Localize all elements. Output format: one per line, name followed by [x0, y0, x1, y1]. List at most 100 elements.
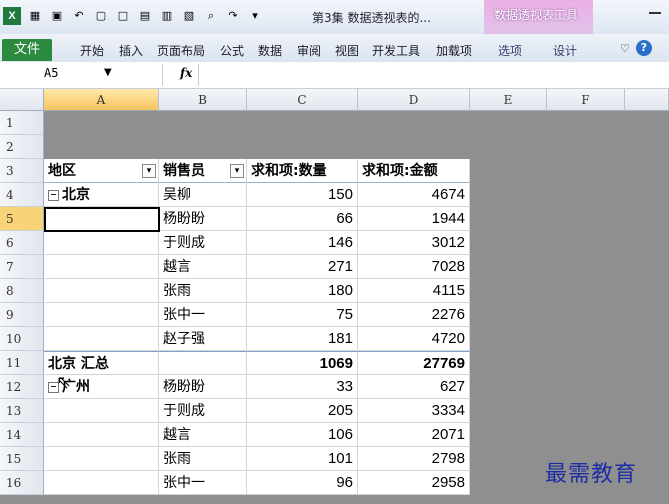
column-header-b[interactable]: B	[159, 89, 247, 111]
help-icon[interactable]: ?	[635, 40, 652, 56]
row-header-13[interactable]: 13	[0, 399, 44, 423]
name-box[interactable]: A5	[44, 66, 58, 80]
insert-function-button[interactable]: fx	[180, 66, 192, 80]
customize-qat-icon[interactable]: ▾	[247, 8, 263, 24]
filter-dropdown-icon[interactable]: ▾	[230, 164, 244, 178]
pivot-cell-person[interactable]: 张雨	[159, 447, 247, 471]
tab-home[interactable]: 开始	[80, 42, 104, 59]
pivot-cell-region[interactable]	[44, 471, 159, 495]
collapse-icon[interactable]: −	[48, 189, 59, 201]
pin-icon[interactable]: ▦	[27, 8, 43, 24]
row-header-14[interactable]: 14	[0, 423, 44, 447]
chevron-up-icon[interactable]: ♡	[620, 42, 630, 55]
pivot-cell-person[interactable]: 于则成	[159, 399, 247, 423]
pivot-cell-qty[interactable]: 101	[247, 447, 358, 471]
select-all-corner[interactable]	[0, 89, 44, 111]
pivot-cell-region[interactable]	[44, 303, 159, 327]
row-header-15[interactable]: 15	[0, 447, 44, 471]
pivot-cell-person[interactable]: 杨盼盼	[159, 375, 247, 399]
pivot-cell-amt[interactable]: 2958	[358, 471, 470, 495]
pivot-cell-qty[interactable]: 180	[247, 279, 358, 303]
pivot-cell-region[interactable]	[44, 279, 159, 303]
column-header-f[interactable]: F	[547, 89, 625, 111]
pivot-cell-region[interactable]	[44, 327, 159, 351]
tab-pivot-design[interactable]: 设计	[553, 42, 577, 59]
table-icon[interactable]: ▥	[159, 8, 175, 24]
tab-view[interactable]: 视图	[335, 42, 359, 59]
print-preview-icon[interactable]: ⌕	[203, 8, 219, 24]
pivot-cell-qty[interactable]: 75	[247, 303, 358, 327]
name-box-dropdown-icon[interactable]: ▼	[104, 67, 112, 78]
row-header-12[interactable]: 12	[0, 375, 44, 399]
row-header-5[interactable]: 5	[0, 207, 44, 231]
pivot-cell-amt[interactable]: 4674	[358, 183, 470, 207]
pivot-cell-qty[interactable]: 150	[247, 183, 358, 207]
column-header-d[interactable]: D	[358, 89, 470, 111]
pivot-cell-amt[interactable]: 2276	[358, 303, 470, 327]
pivot-cell-amt[interactable]: 2798	[358, 447, 470, 471]
pivot-cell-person[interactable]: 杨盼盼	[159, 207, 247, 231]
row-header-7[interactable]: 7	[0, 255, 44, 279]
pivot-cell-amt[interactable]: 27769	[358, 351, 470, 375]
pivot-header-cell[interactable]: 求和项:数量	[247, 159, 358, 183]
column-header-a[interactable]: A	[44, 89, 159, 111]
pivot-cell-qty[interactable]: 66	[247, 207, 358, 231]
row-header-16[interactable]: 16	[0, 471, 44, 495]
pivot-cell-qty[interactable]: 205	[247, 399, 358, 423]
row-header-2[interactable]: 2	[0, 135, 44, 159]
pivot-cell-region[interactable]: − 北京	[44, 183, 159, 207]
pivot-cell-qty[interactable]: 106	[247, 423, 358, 447]
pivot-cell-qty[interactable]: 271	[247, 255, 358, 279]
pivot-cell-region[interactable]	[44, 231, 159, 255]
pivot-header-cell[interactable]: 求和项:金额	[358, 159, 470, 183]
chart-icon[interactable]: ▤	[137, 8, 153, 24]
tab-formulas[interactable]: 公式	[220, 42, 244, 59]
tab-developer[interactable]: 开发工具	[372, 42, 420, 59]
filter-dropdown-icon[interactable]: ▾	[142, 164, 156, 178]
pivot-cell-amt[interactable]: 7028	[358, 255, 470, 279]
pivot-cell-person[interactable]: 越言	[159, 255, 247, 279]
undo-icon[interactable]: ↶	[71, 8, 87, 24]
pivot-cell-region[interactable]	[44, 255, 159, 279]
tab-addins[interactable]: 加载项	[436, 42, 472, 59]
pivot-cell-person[interactable]	[159, 351, 247, 375]
tab-data[interactable]: 数据	[258, 42, 282, 59]
row-header-4[interactable]: 4	[0, 183, 44, 207]
column-header-g[interactable]	[625, 89, 669, 111]
pivot-cell-region[interactable]	[44, 423, 159, 447]
row-header-10[interactable]: 10	[0, 327, 44, 351]
pivot-cell-person[interactable]: 于则成	[159, 231, 247, 255]
pivot-cell-qty[interactable]: 146	[247, 231, 358, 255]
row-header-6[interactable]: 6	[0, 231, 44, 255]
pivot-cell-qty[interactable]: 1069	[247, 351, 358, 375]
row-header-1[interactable]: 1	[0, 111, 44, 135]
row-header-3[interactable]: 3	[0, 159, 44, 183]
pivot-cell-amt[interactable]: 3012	[358, 231, 470, 255]
pivot-cell-region[interactable]	[44, 399, 159, 423]
format-icon[interactable]: ▧	[181, 8, 197, 24]
tab-page-layout[interactable]: 页面布局	[157, 42, 205, 59]
redo-icon[interactable]: ↷	[225, 8, 241, 24]
new-doc-icon[interactable]: ▢	[93, 8, 109, 24]
pivot-cell-qty[interactable]: 96	[247, 471, 358, 495]
pivot-cell-amt[interactable]: 2071	[358, 423, 470, 447]
pivot-cell-person[interactable]: 越言	[159, 423, 247, 447]
pivot-cell-person[interactable]: 赵子强	[159, 327, 247, 351]
save-icon[interactable]: ▣	[49, 8, 65, 24]
tab-review[interactable]: 审阅	[297, 42, 321, 59]
shape-icon[interactable]: □	[115, 8, 131, 24]
pivot-cell-qty[interactable]: 33	[247, 375, 358, 399]
row-header-11[interactable]: 11	[0, 351, 44, 375]
pivot-cell-person[interactable]: 张中一	[159, 303, 247, 327]
column-header-c[interactable]: C	[247, 89, 358, 111]
pivot-cell-person[interactable]: 张中一	[159, 471, 247, 495]
tab-pivot-options[interactable]: 选项	[498, 42, 522, 59]
row-header-8[interactable]: 8	[0, 279, 44, 303]
minimize-icon[interactable]	[649, 12, 661, 14]
pivot-cell-person[interactable]: 张雨	[159, 279, 247, 303]
pivot-cell-qty[interactable]: 181	[247, 327, 358, 351]
row-header-9[interactable]: 9	[0, 303, 44, 327]
pivot-cell-amt[interactable]: 4115	[358, 279, 470, 303]
pivot-cell-amt[interactable]: 3334	[358, 399, 470, 423]
tab-insert[interactable]: 插入	[119, 42, 143, 59]
